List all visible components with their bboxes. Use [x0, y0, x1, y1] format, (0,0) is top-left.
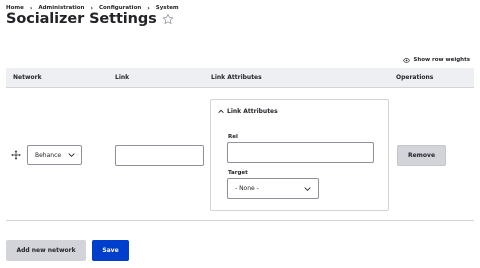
chevron-down-icon [304, 186, 311, 192]
target-select[interactable]: - None - [227, 178, 319, 199]
show-row-weights-label: Show row weights [413, 57, 470, 63]
remove-button[interactable]: Remove [397, 145, 446, 166]
eye-icon [403, 57, 411, 63]
rel-input[interactable] [227, 142, 374, 163]
chevron-down-icon [68, 152, 75, 158]
link-attributes-summary-label: Link Attributes [227, 108, 278, 115]
drag-handle-icon[interactable] [11, 150, 21, 160]
star-outline-icon[interactable] [162, 13, 174, 25]
target-select-value: - None - [235, 185, 259, 192]
row-divider [6, 220, 474, 221]
network-select-value: Behance [35, 151, 62, 159]
save-button[interactable]: Save [92, 240, 129, 261]
table-header: Network Link Link Attributes Operations [6, 68, 474, 88]
caret-down-icon [218, 109, 224, 114]
page-header: Socializer Settings [6, 11, 174, 27]
column-header-network: Network [13, 74, 42, 81]
link-input[interactable] [115, 145, 204, 166]
target-label: Target [228, 170, 248, 176]
rel-label: Rel [228, 134, 238, 140]
show-row-weights-button[interactable]: Show row weights [403, 57, 470, 63]
network-select[interactable]: Behance [27, 145, 82, 165]
link-attributes-details: Link Attributes Rel Target - None - [210, 99, 389, 211]
column-header-link: Link [115, 74, 130, 81]
add-new-network-button[interactable]: Add new network [6, 240, 86, 261]
link-attributes-summary[interactable]: Link Attributes [218, 108, 278, 115]
page-title: Socializer Settings [6, 11, 157, 27]
column-header-operations: Operations [396, 74, 434, 81]
column-header-link-attributes: Link Attributes [211, 74, 262, 81]
